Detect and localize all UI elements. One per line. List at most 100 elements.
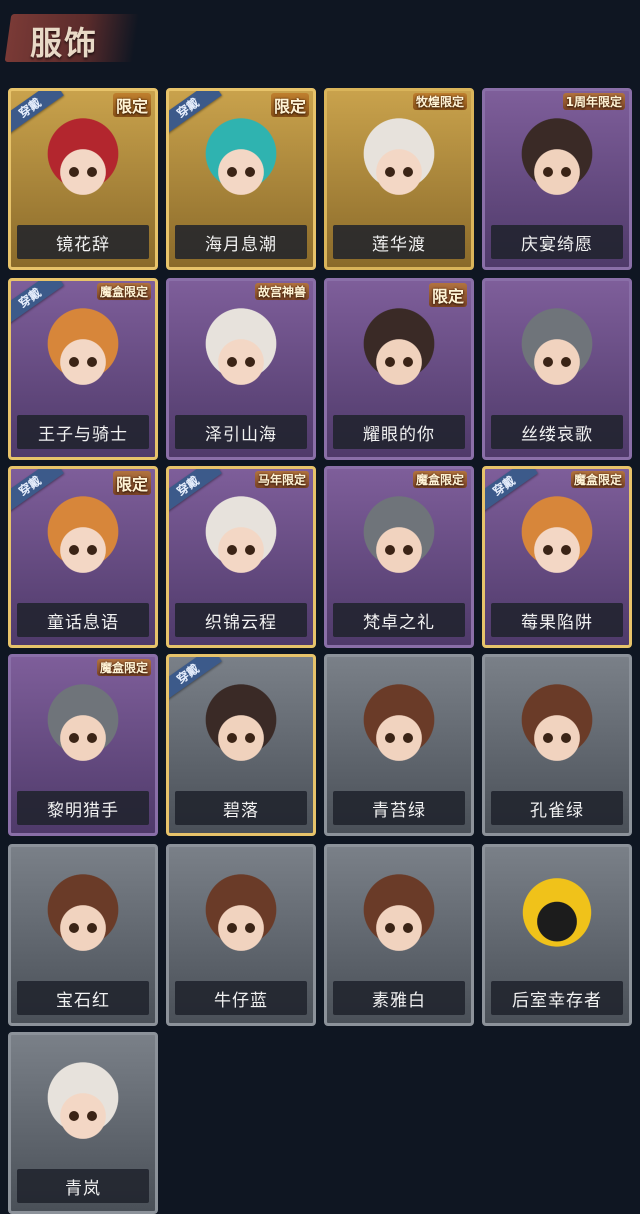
costume-name: 泽引山海 bbox=[175, 415, 307, 449]
page-title: 服饰 bbox=[30, 24, 99, 62]
character-face bbox=[42, 681, 124, 773]
costume-card[interactable]: 穿戴 魔盒限定 王子与骑士 bbox=[8, 278, 158, 460]
costume-card[interactable]: 限定 耀眼的你 bbox=[324, 278, 474, 460]
character-portrait bbox=[331, 475, 467, 603]
character-portrait bbox=[15, 287, 151, 415]
costume-card[interactable]: 魔盒限定梵卓之礼 bbox=[324, 466, 474, 648]
character-portrait bbox=[173, 853, 309, 981]
costume-name: 后室幸存者 bbox=[491, 981, 623, 1015]
character-portrait bbox=[331, 853, 467, 981]
character-portrait bbox=[173, 663, 309, 791]
eye-icon bbox=[245, 167, 255, 177]
limited-badge: 1周年限定 bbox=[562, 93, 625, 110]
eye-icon bbox=[87, 167, 97, 177]
limited-badge: 限定 bbox=[112, 93, 151, 117]
eye-icon bbox=[245, 357, 255, 367]
costume-card[interactable]: 孔雀绿 bbox=[482, 654, 632, 836]
costume-card[interactable]: 穿戴 碧落 bbox=[166, 654, 316, 836]
costume-card[interactable]: 青岚 bbox=[8, 1032, 158, 1214]
eye-icon bbox=[385, 357, 395, 367]
costume-card[interactable]: 宝石红 bbox=[8, 844, 158, 1026]
character-portrait bbox=[331, 97, 467, 225]
character-portrait bbox=[173, 287, 309, 415]
character-portrait bbox=[489, 97, 625, 225]
character-portrait bbox=[173, 475, 309, 603]
eye-icon bbox=[543, 545, 553, 555]
costume-name: 青苔绿 bbox=[333, 791, 465, 825]
costume-name: 庆宴绮愿 bbox=[491, 225, 623, 259]
eye-icon bbox=[227, 733, 237, 743]
character-face bbox=[42, 871, 124, 963]
character-portrait bbox=[15, 663, 151, 791]
eye-icon bbox=[403, 923, 413, 933]
costume-name: 耀眼的你 bbox=[333, 415, 465, 449]
character-face bbox=[516, 493, 598, 585]
character-face bbox=[42, 1059, 124, 1151]
costume-name: 童话息语 bbox=[17, 603, 149, 637]
eye-icon bbox=[245, 923, 255, 933]
costume-name: 海月息潮 bbox=[175, 225, 307, 259]
character-face bbox=[516, 681, 598, 773]
character-face bbox=[200, 871, 282, 963]
costume-name: 黎明猎手 bbox=[17, 791, 149, 825]
eye-icon bbox=[543, 733, 553, 743]
eye-icon bbox=[403, 167, 413, 177]
eye-icon bbox=[69, 545, 79, 555]
eye-icon bbox=[87, 357, 97, 367]
limited-badge: 故宫神兽 bbox=[254, 283, 309, 300]
character-face bbox=[200, 493, 282, 585]
costume-card[interactable]: 青苔绿 bbox=[324, 654, 474, 836]
eye-icon bbox=[69, 733, 79, 743]
eye-icon bbox=[561, 545, 571, 555]
character-face bbox=[42, 115, 124, 207]
costume-card[interactable]: 牛仔蓝 bbox=[166, 844, 316, 1026]
eye-icon bbox=[385, 733, 395, 743]
costume-name: 素雅白 bbox=[333, 981, 465, 1015]
costume-card[interactable]: 1周年限定庆宴绮愿 bbox=[482, 88, 632, 270]
limited-badge: 牧煌限定 bbox=[412, 93, 467, 110]
eye-icon bbox=[69, 1111, 79, 1121]
costume-name: 牛仔蓝 bbox=[175, 981, 307, 1015]
eye-icon bbox=[561, 357, 571, 367]
eye-icon bbox=[227, 167, 237, 177]
costume-name: 莓果陷阱 bbox=[491, 603, 623, 637]
costume-name: 梵卓之礼 bbox=[333, 603, 465, 637]
eye-icon bbox=[87, 1111, 97, 1121]
character-face bbox=[516, 115, 598, 207]
costume-card[interactable]: 穿戴 魔盒限定 莓果陷阱 bbox=[482, 466, 632, 648]
costume-card[interactable]: 牧煌限定 莲华渡 bbox=[324, 88, 474, 270]
costume-name: 宝石红 bbox=[17, 981, 149, 1015]
header: 服饰 bbox=[0, 0, 640, 80]
costume-card[interactable]: 穿戴 限定 海月息潮 bbox=[166, 88, 316, 270]
costume-name: 碧落 bbox=[175, 791, 307, 825]
costume-card[interactable]: 穿戴 马年限定 织锦云程 bbox=[166, 466, 316, 648]
costume-card[interactable]: 丝缕哀歌 bbox=[482, 278, 632, 460]
eye-icon bbox=[69, 923, 79, 933]
costume-card[interactable]: 魔盒限定黎明猎手 bbox=[8, 654, 158, 836]
costume-card[interactable]: 素雅白 bbox=[324, 844, 474, 1026]
eye-icon bbox=[403, 545, 413, 555]
character-face bbox=[42, 305, 124, 397]
costume-name: 丝缕哀歌 bbox=[491, 415, 623, 449]
eye-icon bbox=[87, 545, 97, 555]
costume-card[interactable]: 穿戴 限定 镜花辞 bbox=[8, 88, 158, 270]
eye-icon bbox=[385, 923, 395, 933]
limited-badge: 限定 bbox=[112, 471, 151, 495]
eye-icon bbox=[245, 733, 255, 743]
costume-card[interactable]: 后室幸存者 bbox=[482, 844, 632, 1026]
character-portrait bbox=[15, 1041, 151, 1169]
limited-badge: 魔盒限定 bbox=[412, 471, 467, 488]
character-face bbox=[358, 115, 440, 207]
character-portrait bbox=[489, 475, 625, 603]
costume-card[interactable]: 故宫神兽泽引山海 bbox=[166, 278, 316, 460]
limited-badge: 限定 bbox=[270, 93, 309, 117]
costume-card[interactable]: 穿戴 限定 童话息语 bbox=[8, 466, 158, 648]
eye-icon bbox=[561, 733, 571, 743]
costume-name: 镜花辞 bbox=[17, 225, 149, 259]
limited-badge: 魔盒限定 bbox=[96, 659, 151, 676]
character-portrait bbox=[15, 853, 151, 981]
character-portrait bbox=[489, 663, 625, 791]
limited-badge: 马年限定 bbox=[254, 471, 309, 488]
eye-icon bbox=[227, 357, 237, 367]
character-face bbox=[358, 681, 440, 773]
